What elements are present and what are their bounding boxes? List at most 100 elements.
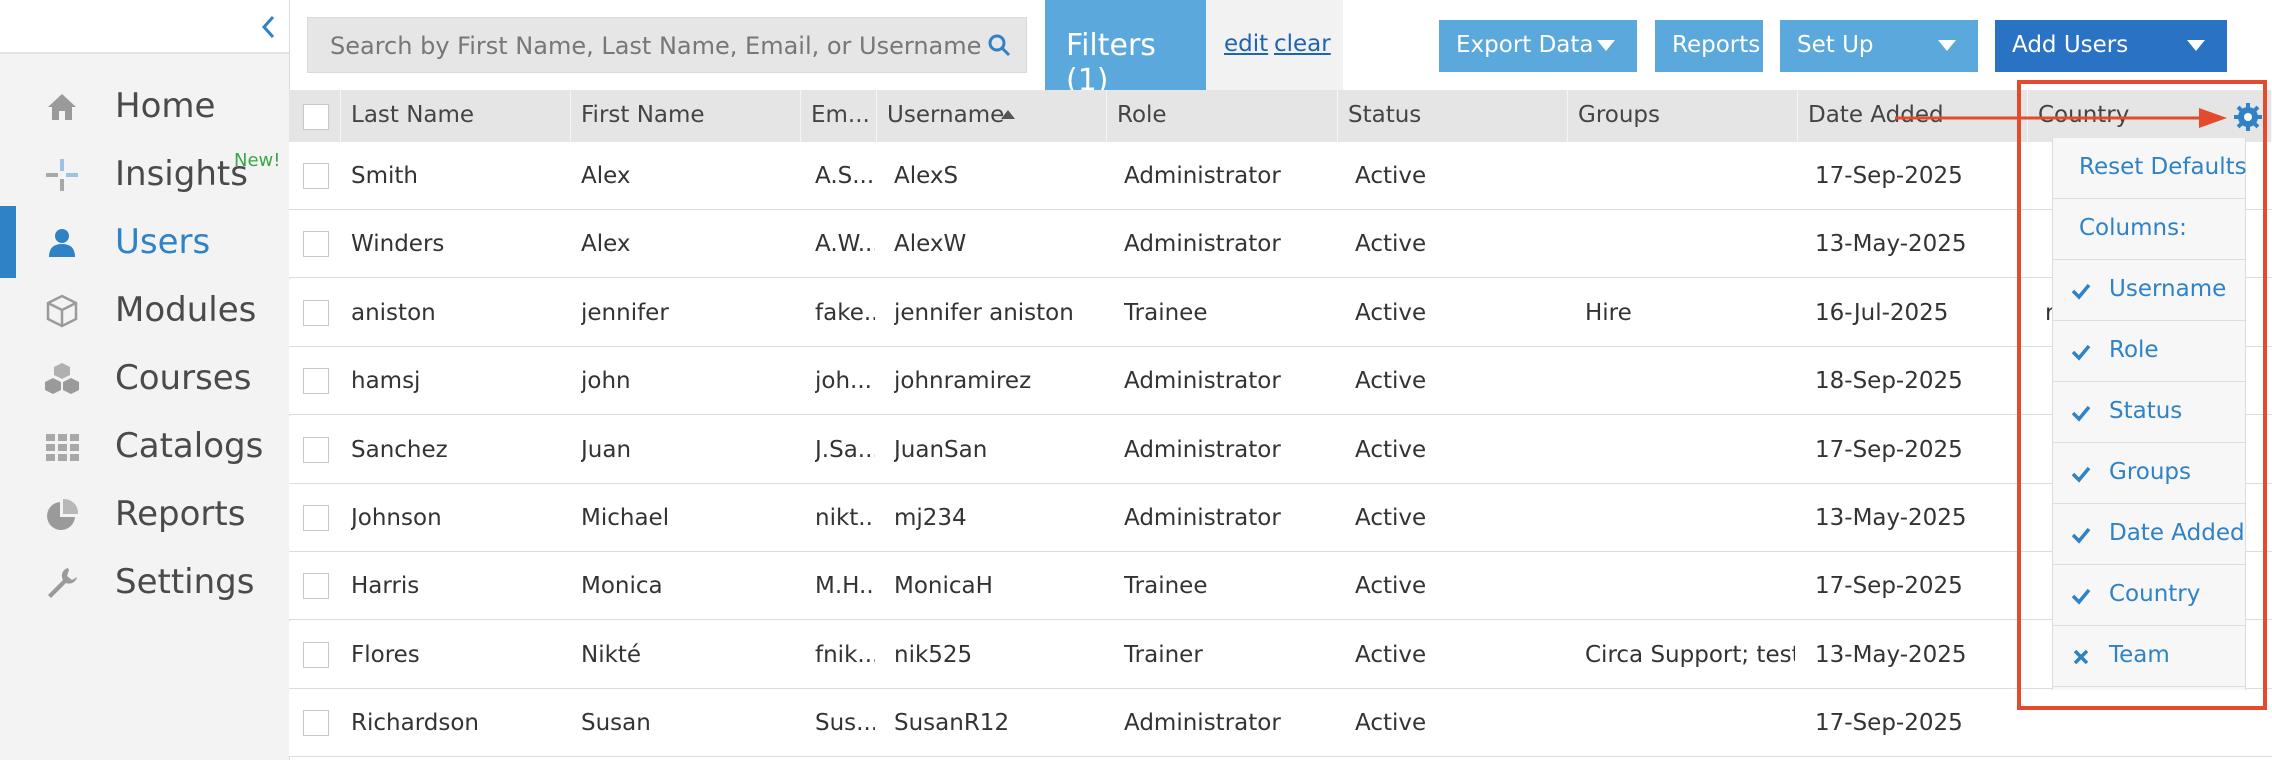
reports-button[interactable]: Reports xyxy=(1655,20,1763,72)
table-row[interactable]: hamsj john joh... johnramirez Administrator A… xyxy=(289,347,2272,416)
row-checkbox[interactable] xyxy=(303,299,329,326)
table-row[interactable]: Smith Alex A.S... AlexS Administrator Active 1… xyxy=(289,142,2272,210)
sidebar-item-catalogs[interactable]: Catalogs xyxy=(0,412,289,480)
cell-role: Administrator xyxy=(1124,368,1281,395)
cell-groups: Hire xyxy=(1585,299,1632,326)
table-row[interactable]: Harris Monica M.H... MonicaH Trainee Active 17… xyxy=(289,552,2272,621)
header-label: Groups xyxy=(1578,102,1661,128)
insights-icon xyxy=(46,159,78,191)
cell-email: A.W... xyxy=(815,231,875,258)
select-all-checkbox[interactable] xyxy=(303,104,329,130)
chevron-down-icon xyxy=(2187,40,2205,51)
column-toggle-item[interactable]: Status xyxy=(2053,382,2245,443)
table-row[interactable]: Sanchez Juan J.Sa... JuanSan Administrator Ac… xyxy=(289,415,2272,484)
clear-filters-link[interactable]: clear xyxy=(1274,31,1331,57)
row-checkbox[interactable] xyxy=(303,505,329,531)
column-toggle-item[interactable]: Username xyxy=(2053,260,2245,321)
cell-first: Monica xyxy=(581,573,663,600)
column-toggle-label: Date Added xyxy=(2109,520,2245,546)
table-row[interactable]: Winders Alex A.W... AlexW Administrator Activ… xyxy=(289,210,2272,279)
cell-groups: Circa Support; test ... xyxy=(1585,641,1795,668)
app-window: Home Insights New! Users Modules Courses… xyxy=(0,0,2272,760)
row-checkbox[interactable] xyxy=(303,231,329,258)
search-input[interactable]: Search by First Name, Last Name, Email, … xyxy=(307,17,1027,73)
row-checkbox[interactable] xyxy=(303,710,329,737)
cell-role: Trainer xyxy=(1124,641,1203,668)
column-toggle-item[interactable]: Role xyxy=(2053,321,2245,382)
column-header-email[interactable]: Em... xyxy=(801,90,877,142)
cell-date: 13-May-2025 xyxy=(1815,231,1967,258)
table-row[interactable]: aniston jennifer fake... jennifer aniston Tr… xyxy=(289,278,2272,347)
sidebar-item-insights[interactable]: Insights New! xyxy=(0,140,289,208)
filters-button[interactable]: Filters (1) xyxy=(1045,0,1206,98)
row-checkbox[interactable] xyxy=(303,368,329,395)
sidebar-item-label: Home xyxy=(115,86,216,126)
cell-status: Active xyxy=(1355,231,1427,258)
column-header-last-name[interactable]: Last Name xyxy=(341,90,571,142)
column-header-groups[interactable]: Groups xyxy=(1568,90,1798,142)
chevron-down-icon xyxy=(1597,40,1615,51)
cell-email: A.S... xyxy=(815,163,875,189)
sidebar-item-users[interactable]: Users xyxy=(0,206,289,278)
cell-first: Juan xyxy=(581,436,632,463)
export-data-button[interactable]: Export Data xyxy=(1439,20,1637,72)
cell-role: Administrator xyxy=(1124,436,1281,463)
sidebar-item-label: Settings xyxy=(115,562,255,602)
cell-role: Trainee xyxy=(1124,299,1208,326)
column-header-first-name[interactable]: First Name xyxy=(571,90,801,142)
cell-email: Sus... xyxy=(815,710,875,737)
cell-username: nik525 xyxy=(894,641,973,668)
add-users-button[interactable]: Add Users xyxy=(1995,20,2227,72)
header-label: Date Added xyxy=(1808,102,1944,128)
column-header-date-added[interactable]: Date Added xyxy=(1798,90,2028,142)
column-toggle-label: Groups xyxy=(2109,459,2192,485)
columns-heading: Columns: xyxy=(2053,199,2245,260)
row-checkbox[interactable] xyxy=(303,436,329,463)
cell-email: fake... xyxy=(815,299,875,326)
table-header: Last Name First Name Em... Username Role… xyxy=(289,90,2272,142)
row-checkbox[interactable] xyxy=(303,573,329,600)
set-up-button[interactable]: Set Up xyxy=(1780,20,1978,72)
gear-icon[interactable] xyxy=(2233,102,2263,132)
cell-date: 16-Jul-2025 xyxy=(1815,299,1949,326)
add-users-label: Add Users xyxy=(2012,32,2129,58)
chevron-left-icon[interactable] xyxy=(254,12,284,42)
edit-filters-link[interactable]: edit xyxy=(1224,31,1268,57)
header-label: Last Name xyxy=(351,102,475,128)
cell-status: Active xyxy=(1355,163,1427,189)
cell-date: 17-Sep-2025 xyxy=(1815,573,1963,600)
table-row[interactable]: Flores Nikté fnik... nik525 Trainer Active Cir… xyxy=(289,620,2272,689)
search-icon[interactable] xyxy=(986,32,1012,58)
column-toggle-item[interactable]: Date Added xyxy=(2053,504,2245,565)
header-label: Em... xyxy=(811,102,870,128)
reset-defaults-item[interactable]: Reset Defaults xyxy=(2053,138,2247,199)
columns-heading-label: Columns: xyxy=(2079,215,2187,241)
cell-first: Michael xyxy=(581,505,670,531)
sidebar-item-modules[interactable]: Modules xyxy=(0,276,289,344)
sidebar-item-reports[interactable]: Reports xyxy=(0,480,289,548)
column-toggle-item[interactable]: Country xyxy=(2053,565,2245,626)
pie-chart-icon xyxy=(47,498,79,530)
column-toggle-label: Country xyxy=(2109,581,2201,607)
row-checkbox[interactable] xyxy=(303,163,329,189)
sort-ascending-icon xyxy=(1001,110,1015,119)
cell-role: Administrator xyxy=(1124,710,1281,737)
sidebar-item-settings[interactable]: Settings xyxy=(0,548,289,616)
cell-date: 17-Sep-2025 xyxy=(1815,710,1963,737)
sidebar-nav: Home Insights New! Users Modules Courses… xyxy=(0,72,289,616)
column-header-status[interactable]: Status xyxy=(1338,90,1568,142)
sidebar-item-home[interactable]: Home xyxy=(0,72,289,140)
cell-email: joh... xyxy=(815,368,872,395)
cell-status: Active xyxy=(1355,573,1427,600)
column-toggle-item[interactable]: Groups xyxy=(2053,443,2245,504)
cell-username: johnramirez xyxy=(894,368,1032,395)
cubes-icon xyxy=(45,363,79,394)
column-toggle-item[interactable]: Team xyxy=(2053,626,2245,687)
column-header-role[interactable]: Role xyxy=(1107,90,1338,142)
row-checkbox[interactable] xyxy=(303,641,329,668)
chevron-down-icon xyxy=(1938,40,1956,51)
sidebar-item-courses[interactable]: Courses xyxy=(0,344,289,412)
table-row[interactable]: Johnson Michael nikt... mj234 Administrator A… xyxy=(289,484,2272,552)
column-header-username[interactable]: Username xyxy=(877,90,1107,142)
table-row[interactable]: Richardson Susan Sus... SusanR12 Administrat… xyxy=(289,689,2272,758)
